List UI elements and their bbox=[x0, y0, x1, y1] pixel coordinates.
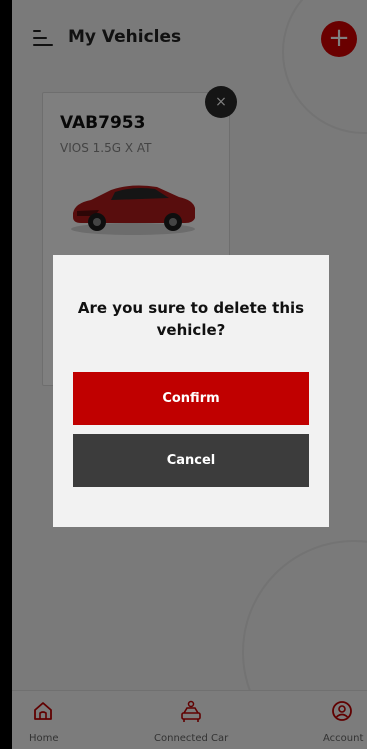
confirm-button[interactable]: Confirm bbox=[73, 372, 309, 425]
delete-confirm-dialog: Are you sure to delete this vehicle? Con… bbox=[53, 255, 329, 527]
cancel-button[interactable]: Cancel bbox=[73, 434, 309, 487]
dialog-message: Are you sure to delete this vehicle? bbox=[77, 299, 305, 339]
